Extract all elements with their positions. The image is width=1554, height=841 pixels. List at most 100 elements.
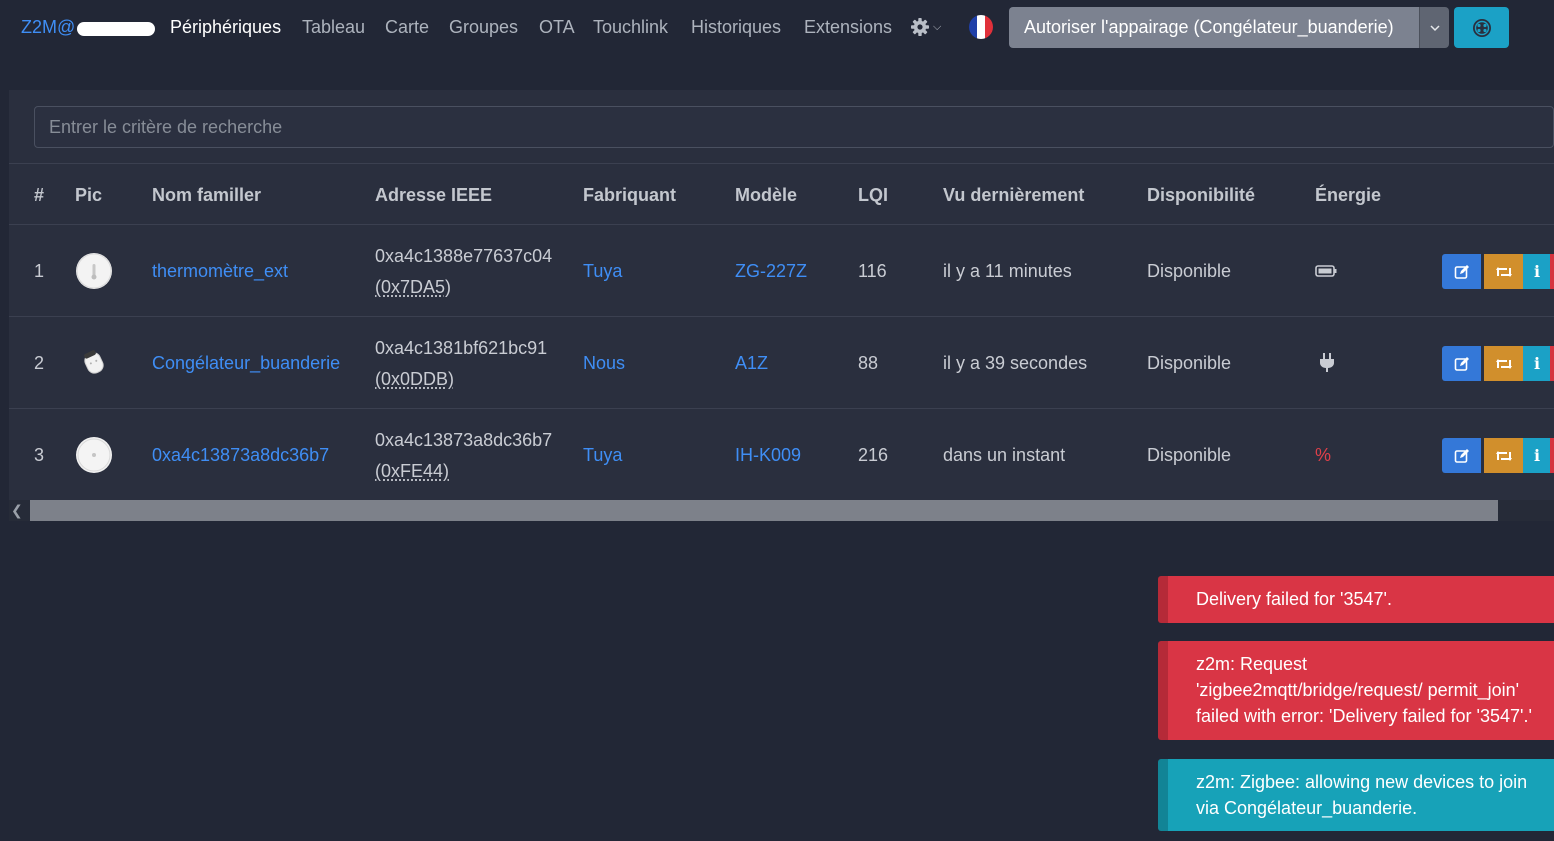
permit-join-button[interactable]: Autoriser l'appairage (Congélateur_buand… bbox=[1009, 7, 1419, 48]
row-index: 3 bbox=[34, 445, 45, 465]
manufacturer-link[interactable]: Tuya bbox=[583, 445, 622, 466]
col-header-availability[interactable]: Disponibilité bbox=[1147, 185, 1255, 206]
col-header-pic[interactable]: Pic bbox=[75, 185, 102, 206]
dashboard-icon bbox=[1472, 18, 1491, 37]
dashboard-button[interactable] bbox=[1454, 7, 1509, 48]
plug-device-icon bbox=[84, 350, 104, 374]
info-icon: i bbox=[1533, 446, 1541, 465]
model-link[interactable]: A1Z bbox=[735, 353, 768, 374]
model-link[interactable]: IH-K009 bbox=[735, 445, 801, 466]
ieee-address: 0xa4c13873a8dc36b7 (0xFE44) bbox=[375, 425, 552, 487]
toast-info[interactable]: z2m: Zigbee: allowing new devices to joi… bbox=[1158, 759, 1554, 831]
battery-icon bbox=[1315, 265, 1337, 277]
chevron-down-icon bbox=[1429, 24, 1440, 31]
toast-error[interactable]: Delivery failed for '3547'. bbox=[1158, 576, 1554, 623]
nav-extensions[interactable]: Extensions bbox=[804, 17, 892, 38]
col-header-power[interactable]: Énergie bbox=[1315, 185, 1381, 206]
info-button[interactable]: i bbox=[1523, 438, 1551, 473]
power-unknown: % bbox=[1315, 445, 1332, 465]
delete-button[interactable] bbox=[1550, 254, 1554, 289]
ieee-long: 0xa4c13873a8dc36b7 bbox=[375, 430, 553, 450]
col-header-name[interactable]: Nom familler bbox=[152, 185, 261, 206]
manufacturer-link[interactable]: Nous bbox=[583, 353, 625, 374]
row-index: 1 bbox=[34, 261, 45, 281]
retweet-icon bbox=[1495, 266, 1512, 277]
col-header-manufacturer[interactable]: Fabriquant bbox=[583, 185, 676, 206]
retweet-icon bbox=[1495, 450, 1512, 461]
info-button[interactable]: i bbox=[1523, 346, 1551, 381]
lqi-value: 216 bbox=[858, 445, 889, 465]
device-image bbox=[76, 437, 112, 473]
lqi-value: 116 bbox=[858, 261, 887, 281]
ieee-long: 0xa4c1388e77637c04 bbox=[375, 246, 553, 266]
ieee-short: (0x0DDB) bbox=[375, 369, 455, 389]
permit-join-dropdown[interactable] bbox=[1419, 7, 1449, 48]
flag-fr-icon[interactable] bbox=[969, 15, 993, 39]
ieee-short: (0x7DA5) bbox=[375, 277, 452, 297]
brand-link[interactable]: Z2M@ bbox=[21, 17, 156, 38]
rename-button[interactable] bbox=[1484, 254, 1523, 289]
info-icon: i bbox=[1533, 354, 1541, 373]
nav-touchlink[interactable]: Touchlink bbox=[593, 17, 668, 38]
nav-dashboard[interactable]: Tableau bbox=[302, 17, 365, 38]
col-header-index[interactable]: # bbox=[34, 185, 44, 206]
top-navbar: Z2M@ Périphériques Tableau Carte Groupes… bbox=[0, 0, 1554, 56]
divider bbox=[9, 163, 1554, 164]
toast-error[interactable]: z2m: Request 'zigbee2mqtt/bridge/request… bbox=[1158, 641, 1554, 740]
nav-map[interactable]: Carte bbox=[385, 17, 429, 38]
device-name-link[interactable]: Congélateur_buanderie bbox=[152, 353, 340, 374]
plug-icon bbox=[1320, 353, 1334, 372]
last-seen: il y a 11 minutes bbox=[943, 261, 1072, 281]
ieee-address: 0xa4c1381bf621bc91 (0x0DDB) bbox=[375, 333, 547, 395]
delete-button[interactable] bbox=[1550, 438, 1554, 473]
scrollbar-thumb[interactable] bbox=[30, 500, 1498, 521]
brand-label: Z2M@ bbox=[21, 17, 76, 37]
edit-button[interactable] bbox=[1442, 438, 1481, 473]
model-link[interactable]: ZG-227Z bbox=[735, 261, 807, 282]
last-seen: il y a 39 secondes bbox=[943, 353, 1088, 373]
scroll-left-arrow-icon[interactable]: ❮ bbox=[11, 502, 23, 519]
availability: Disponible bbox=[1147, 353, 1232, 373]
delete-button[interactable] bbox=[1550, 346, 1554, 381]
edit-button[interactable] bbox=[1442, 254, 1481, 289]
manufacturer-link[interactable]: Tuya bbox=[583, 261, 622, 282]
search-input[interactable] bbox=[34, 106, 1554, 148]
availability: Disponible bbox=[1147, 445, 1232, 465]
devices-card bbox=[9, 90, 1554, 500]
thermometer-device-icon bbox=[76, 253, 112, 289]
col-header-lqi[interactable]: LQI bbox=[858, 185, 888, 206]
col-header-model[interactable]: Modèle bbox=[735, 185, 797, 206]
ieee-long: 0xa4c1381bf621bc91 bbox=[375, 338, 548, 358]
ieee-short: (0xFE44) bbox=[375, 461, 450, 481]
edit-icon bbox=[1454, 448, 1469, 463]
device-name-link[interactable]: 0xa4c13873a8dc36b7 bbox=[152, 445, 329, 466]
ieee-address: 0xa4c1388e77637c04 (0x7DA5) bbox=[375, 241, 552, 303]
nav-ota[interactable]: OTA bbox=[539, 17, 575, 38]
last-seen: dans un instant bbox=[943, 445, 1066, 465]
divider bbox=[9, 316, 1554, 317]
settings-dropdown[interactable]: ⌵ bbox=[910, 17, 941, 37]
chevron-down-icon: ⌵ bbox=[933, 20, 942, 33]
availability: Disponible bbox=[1147, 261, 1232, 281]
rename-button[interactable] bbox=[1484, 438, 1523, 473]
device-image bbox=[76, 253, 112, 289]
nav-devices[interactable]: Périphériques bbox=[170, 17, 281, 38]
divider bbox=[9, 408, 1554, 409]
redacted-hostname bbox=[77, 21, 156, 36]
edit-button[interactable] bbox=[1442, 346, 1481, 381]
info-button[interactable]: i bbox=[1523, 254, 1551, 289]
col-header-ieee[interactable]: Adresse IEEE bbox=[375, 185, 492, 206]
retweet-icon bbox=[1495, 358, 1512, 369]
nav-groups[interactable]: Groupes bbox=[449, 17, 518, 38]
lqi-value: 88 bbox=[858, 353, 879, 373]
device-image bbox=[76, 345, 112, 381]
rename-button[interactable] bbox=[1484, 346, 1523, 381]
device-name-link[interactable]: thermomètre_ext bbox=[152, 261, 288, 282]
edit-icon bbox=[1454, 356, 1469, 371]
info-icon: i bbox=[1533, 262, 1541, 281]
col-header-last-seen[interactable]: Vu dernièrement bbox=[943, 185, 1084, 206]
row-index: 2 bbox=[34, 353, 45, 373]
sensor-device-icon bbox=[77, 438, 111, 472]
nav-logs[interactable]: Historiques bbox=[691, 17, 781, 38]
edit-icon bbox=[1454, 264, 1469, 279]
